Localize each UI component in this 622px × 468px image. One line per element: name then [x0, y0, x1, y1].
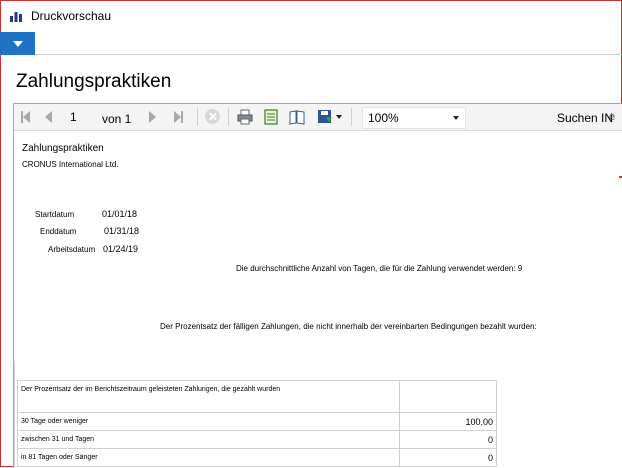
average-days-text: Die durchschnittliche Anzahl von Tagen, …: [236, 264, 523, 273]
company-name: CRONUS International Ltd.: [22, 160, 119, 169]
work-date-label: Arbeitsdatum: [48, 245, 96, 254]
end-date-value: 01/31/18: [104, 226, 140, 236]
last-page-icon[interactable]: [174, 104, 183, 130]
table-header-value: [399, 380, 497, 413]
print-icon[interactable]: [236, 108, 254, 126]
row-label: 30 Tage oder weniger: [17, 412, 400, 431]
table-row: 30 Tage oder weniger 100.00: [17, 412, 497, 431]
chevron-down-icon: [13, 41, 23, 47]
row-label: in 81 Tagen oder Sänger: [17, 448, 400, 467]
previous-page-icon[interactable]: [45, 104, 52, 130]
page-number-input[interactable]: [68, 107, 98, 126]
start-date-label: Startdatum: [35, 210, 75, 219]
table-row: zwischen 31 und Tagen 0: [17, 430, 497, 449]
row-value: 0: [399, 448, 497, 467]
zoom-value: 100%: [368, 111, 399, 125]
first-page-icon[interactable]: [21, 104, 30, 130]
row-value: 0: [399, 430, 497, 449]
zoom-select[interactable]: 100%: [362, 107, 466, 129]
export-save-icon[interactable]: [316, 108, 334, 126]
search-label: Suchen IN: [557, 111, 614, 125]
page-setup-icon[interactable]: [288, 108, 306, 126]
report-viewer: von 1: [13, 103, 622, 468]
window-title: Druckvorschau: [31, 9, 112, 23]
row-value: 100.00: [399, 412, 497, 431]
grid-line: [14, 362, 15, 468]
payment-period-table: Der Prozentsatz der im Berichtszeitraum …: [17, 380, 497, 467]
stop-icon[interactable]: [205, 109, 220, 124]
table-header-row: Der Prozentsatz der im Berichtszeitraum …: [17, 380, 497, 413]
page-layout-icon[interactable]: [262, 108, 280, 126]
overdue-percentage-text: Der Prozentsatz der fälligen Zahlungen, …: [160, 322, 537, 331]
menu-divider: [35, 54, 622, 55]
row-label: zwischen 31 und Tagen: [17, 430, 400, 449]
work-date-value: 01/24/19: [103, 244, 139, 254]
page-count-label: von 1: [102, 112, 132, 126]
start-date-value: 01/01/18: [102, 209, 138, 219]
table-header: Der Prozentsatz der im Berichtszeitraum …: [17, 380, 400, 413]
title-bar: Druckvorschau: [0, 0, 622, 32]
table-row: in 81 Tagen oder Sänger 0: [17, 448, 497, 467]
chevron-down-icon: [453, 116, 459, 120]
end-date-label: Enddatum: [40, 227, 77, 236]
app-chart-icon: [9, 9, 23, 23]
page-title: Zahlungspraktiken: [16, 71, 172, 92]
action-menu-button[interactable]: [0, 32, 35, 55]
export-dropdown-icon[interactable]: [336, 104, 342, 130]
report-title: Zahlungspraktiken: [22, 143, 104, 154]
report-toolbar: von 1: [14, 104, 622, 131]
search-input[interactable]: [609, 108, 622, 126]
next-page-icon[interactable]: [149, 104, 156, 130]
